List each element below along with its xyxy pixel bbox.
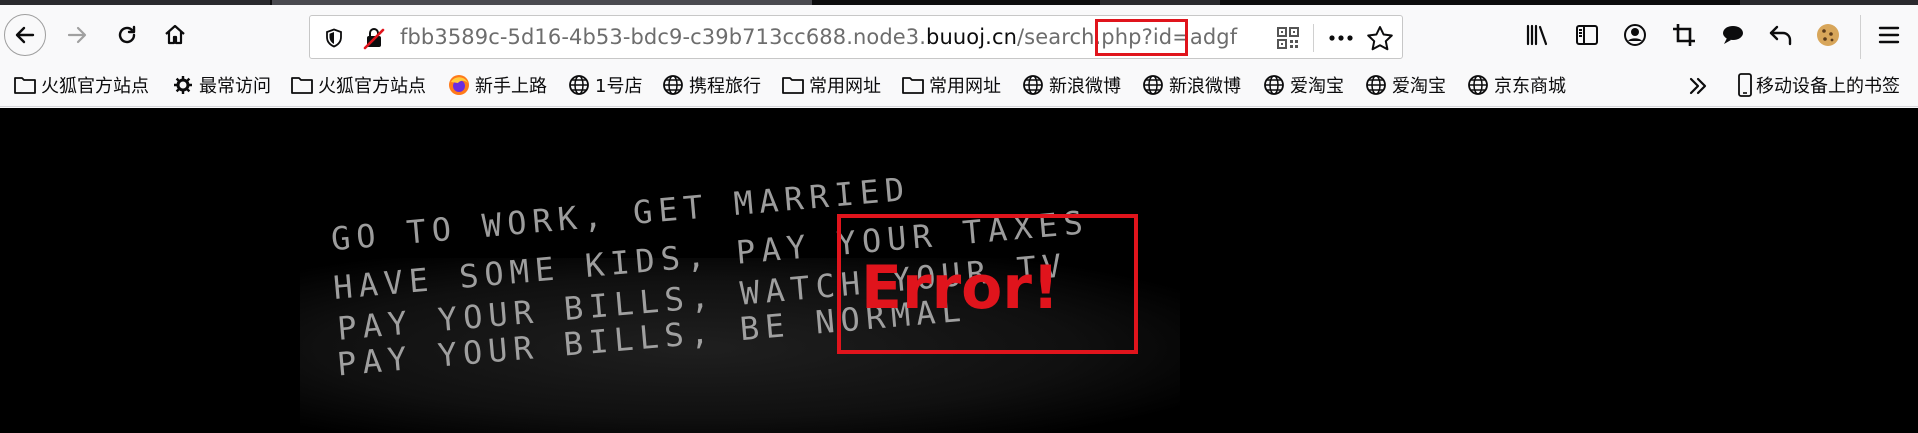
folder-icon [782,74,804,96]
bookmark-label: 1号店 [595,76,643,97]
mobile-bookmarks-label: 移动设备上的书签 [1756,76,1900,97]
forward-button[interactable] [60,18,94,52]
query-highlight-box [1095,19,1188,56]
bookmark-item[interactable]: 火狐官方站点 [291,72,426,98]
mobile-phone-icon [1738,73,1752,97]
globe-icon [1142,74,1164,96]
bookmark-item[interactable]: 新浪微博 [1022,72,1121,98]
bookmark-item[interactable]: 携程旅行 [662,72,761,98]
cookie-icon[interactable] [1815,22,1841,48]
bookmark-item[interactable]: 新浪微博 [1142,72,1241,98]
sidebar-icon[interactable] [1574,22,1600,48]
bookmark-item[interactable]: 爱淘宝 [1365,72,1446,98]
folder-icon [902,74,924,96]
bookmark-label: 爱淘宝 [1290,76,1344,97]
globe-icon [1467,74,1489,96]
folder-icon [14,74,36,96]
qr-code-icon[interactable] [1277,27,1299,49]
bookmarks-toolbar: 火狐官方站点 最常访问 火狐官方站点 新手上路 1号店 携程旅行 常用网址 常用… [0,63,1918,107]
folder-icon [291,74,313,96]
tracking-shield-icon[interactable] [324,28,344,48]
reload-button[interactable] [110,18,144,52]
arrow-right-icon [67,26,87,44]
url-prefix: fbb3589c-5d16-4b53-bdc9-c39b713cc688.nod… [400,25,927,49]
bookmark-item[interactable]: 爱淘宝 [1263,72,1344,98]
bookmark-label: 最常访问 [199,76,271,97]
globe-icon [568,74,590,96]
account-icon[interactable] [1622,22,1648,48]
bookmark-label: 常用网址 [929,76,1001,97]
bookmark-item[interactable]: 新手上路 [448,72,547,98]
undo-icon[interactable] [1768,22,1794,48]
reload-icon [118,25,136,44]
mobile-bookmarks[interactable]: 移动设备上的书签 [1737,72,1900,98]
bookmark-label: 爱淘宝 [1392,76,1446,97]
url-bar[interactable]: fbb3589c-5d16-4b53-bdc9-c39b713cc688.nod… [309,15,1403,59]
page-actions-more-icon[interactable] [1323,24,1359,52]
url-separator [1313,24,1314,52]
globe-icon [1022,74,1044,96]
navigation-toolbar: fbb3589c-5d16-4b53-bdc9-c39b713cc688.nod… [0,5,1918,63]
bookmark-item[interactable]: 最常访问 [172,72,271,98]
bookmark-label: 新浪微博 [1169,76,1241,97]
error-message: Error! [861,253,1060,323]
toolbar-separator [1860,15,1861,59]
bookmark-item[interactable]: 京东商城 [1467,72,1566,98]
bookmark-item[interactable]: 火狐官方站点 [14,72,149,98]
screenshot-crop-icon[interactable] [1671,22,1697,48]
home-icon [165,24,185,45]
chevron-double-right-icon[interactable] [1686,74,1710,98]
arrow-left-icon [15,26,35,44]
bookmark-item[interactable]: 1号店 [568,72,642,98]
bookmark-star-icon[interactable] [1366,25,1394,51]
chat-icon[interactable] [1720,22,1746,48]
bookmark-label: 新浪微博 [1049,76,1121,97]
gear-icon [172,74,194,96]
bookmark-item[interactable]: 常用网址 [902,72,1001,98]
bookmark-item[interactable]: 常用网址 [782,72,881,98]
bookmark-label: 火狐官方站点 [41,76,149,97]
back-button[interactable] [4,14,46,56]
bookmark-label: 携程旅行 [689,76,761,97]
globe-icon [1263,74,1285,96]
bookmark-label: 火狐官方站点 [318,76,426,97]
bookmark-label: 新手上路 [475,76,547,97]
library-icon[interactable] [1525,22,1551,48]
globe-icon [662,74,684,96]
firefox-icon [448,74,470,96]
menu-icon[interactable] [1876,22,1902,48]
globe-icon [1365,74,1387,96]
bookmark-label: 常用网址 [809,76,881,97]
home-button[interactable] [158,18,192,52]
bookmark-label: 京东商城 [1494,76,1566,97]
url-host: buuoj.cn [926,25,1017,49]
insecure-lock-icon[interactable] [362,26,386,50]
